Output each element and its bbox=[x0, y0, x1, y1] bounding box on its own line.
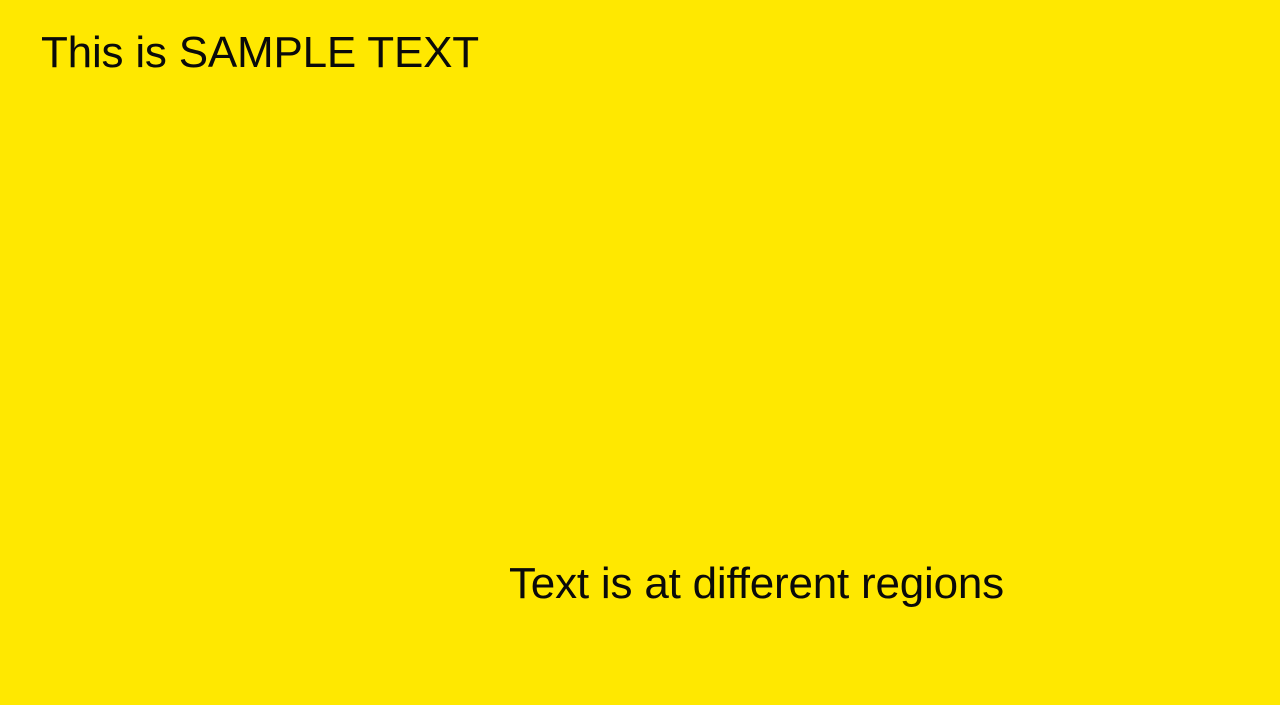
secondary-text-block: Text is at different regions bbox=[509, 559, 1004, 608]
primary-text-block: This is SAMPLE TEXT bbox=[41, 28, 479, 77]
slide-canvas: This is SAMPLE TEXT Text is at different… bbox=[0, 0, 1280, 705]
